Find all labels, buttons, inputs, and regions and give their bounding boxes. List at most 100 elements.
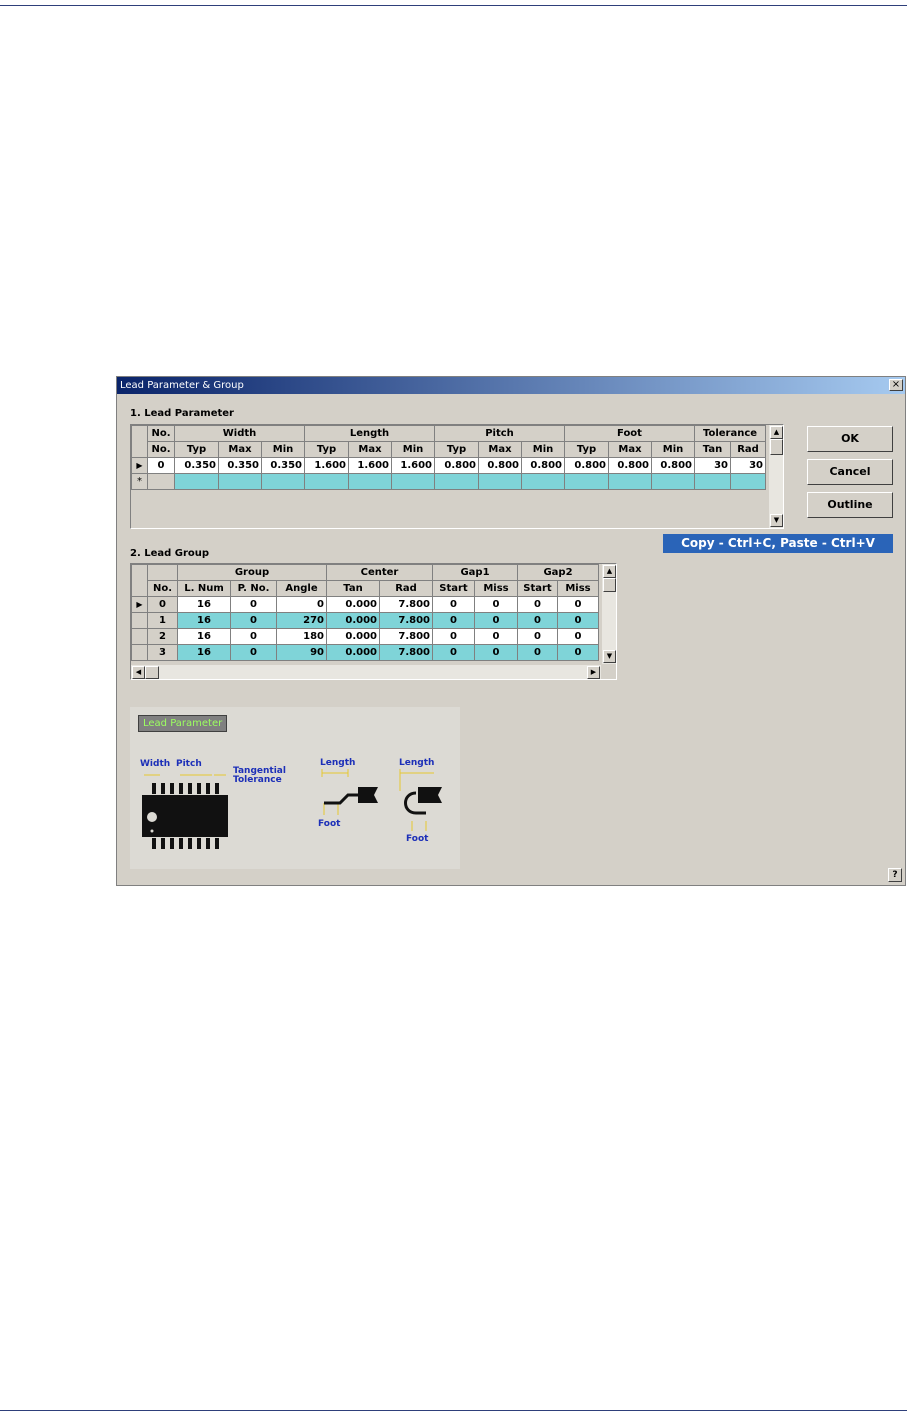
table-cell[interactable]: 1.600	[391, 457, 435, 474]
table-cell[interactable]: 0	[474, 596, 518, 613]
scroll-up-arrow-icon[interactable]: ▲	[603, 565, 616, 578]
dialog-titlebar[interactable]: Lead Parameter & Group ×	[117, 377, 905, 394]
table-cell[interactable]	[521, 473, 565, 490]
table-cell[interactable]: 0	[557, 644, 599, 661]
column-header[interactable]: Typ	[304, 441, 349, 458]
table-cell[interactable]: 0	[517, 596, 558, 613]
table-cell[interactable]: 0	[474, 612, 518, 629]
outline-button[interactable]: Outline	[807, 492, 893, 518]
table-row[interactable]: 3 16 0 90 0.000 7.800 0 0 0 0	[131, 644, 599, 661]
column-group-header[interactable]: Length	[304, 425, 435, 442]
table-cell[interactable]: 0	[230, 596, 277, 613]
table-cell[interactable]: 0.000	[326, 628, 380, 645]
column-header[interactable]: Angle	[276, 580, 327, 597]
column-header[interactable]: Max	[478, 441, 522, 458]
column-group-header[interactable]: No.	[147, 425, 175, 442]
table-cell[interactable]: 0	[517, 644, 558, 661]
table-cell[interactable]: 180	[276, 628, 327, 645]
column-header[interactable]: Tan	[326, 580, 380, 597]
table-cell[interactable]	[730, 473, 766, 490]
current-row-indicator-icon[interactable]: ▶	[131, 457, 148, 474]
table-cell[interactable]: 0	[432, 644, 475, 661]
help-button[interactable]: ?	[888, 868, 902, 882]
scroll-thumb[interactable]	[770, 439, 783, 455]
table-cell[interactable]: 0.800	[564, 457, 609, 474]
column-group-header[interactable]: Width	[174, 425, 305, 442]
table-cell[interactable]	[218, 473, 262, 490]
table-row[interactable]: 2 16 0 180 0.000 7.800 0 0 0 0	[131, 628, 599, 645]
table-cell[interactable]	[564, 473, 609, 490]
table-cell[interactable]	[174, 473, 219, 490]
new-row-marker-icon[interactable]: *	[131, 473, 148, 490]
scroll-down-arrow-icon[interactable]: ▼	[603, 650, 616, 663]
table-cell[interactable]: 0	[474, 644, 518, 661]
column-header[interactable]: L. Num	[177, 580, 231, 597]
lead-group-grid[interactable]: Group Center Gap1 Gap2 No. L. Num P. No. Angle T…	[130, 563, 617, 680]
column-header[interactable]: Start	[517, 580, 558, 597]
table-cell[interactable]	[651, 473, 695, 490]
column-header[interactable]: Max	[218, 441, 262, 458]
table-cell[interactable]	[391, 473, 435, 490]
table-cell[interactable]: 270	[276, 612, 327, 629]
lead-group-vscroll[interactable]: ▲ ▼	[601, 564, 616, 664]
table-cell[interactable]: 0.000	[326, 644, 380, 661]
column-header[interactable]: P. No.	[230, 580, 277, 597]
table-cell[interactable]: 0	[432, 596, 475, 613]
table-cell[interactable]: 0	[557, 628, 599, 645]
current-row-indicator-icon[interactable]: ▶	[131, 596, 148, 613]
column-header[interactable]: Min	[521, 441, 565, 458]
table-cell[interactable]: 0	[230, 644, 277, 661]
table-cell[interactable]: 0.800	[608, 457, 652, 474]
table-cell[interactable]: 16	[177, 644, 231, 661]
new-row-number-cell[interactable]	[147, 473, 175, 490]
table-cell[interactable]: 3	[147, 644, 178, 661]
column-header[interactable]: Max	[608, 441, 652, 458]
row-selector[interactable]	[131, 612, 148, 629]
lead-group-hscroll[interactable]: ◀ ▶	[131, 664, 601, 679]
table-cell[interactable]: 90	[276, 644, 327, 661]
column-group-header[interactable]: Center	[326, 564, 433, 581]
column-group-header[interactable]: Pitch	[434, 425, 565, 442]
lead-parameter-vscroll[interactable]: ▲ ▼	[768, 425, 783, 528]
table-cell[interactable]: 1.600	[348, 457, 392, 474]
table-cell[interactable]: 0	[517, 628, 558, 645]
table-cell[interactable]: 16	[177, 612, 231, 629]
table-cell[interactable]: 0.350	[174, 457, 219, 474]
scroll-right-arrow-icon[interactable]: ▶	[587, 666, 600, 679]
column-header[interactable]: Miss	[474, 580, 518, 597]
table-cell[interactable]: 0.350	[218, 457, 262, 474]
scroll-down-arrow-icon[interactable]: ▼	[770, 514, 783, 527]
table-cell[interactable]: 30	[694, 457, 731, 474]
table-cell[interactable]: 1	[147, 612, 178, 629]
table-cell[interactable]: 0	[517, 612, 558, 629]
table-cell[interactable]: 0.800	[521, 457, 565, 474]
scroll-up-arrow-icon[interactable]: ▲	[770, 426, 783, 439]
column-header[interactable]: Min	[391, 441, 435, 458]
scroll-thumb[interactable]	[145, 666, 159, 679]
table-cell[interactable]: 7.800	[379, 644, 433, 661]
table-cell[interactable]: 1.600	[304, 457, 349, 474]
table-cell[interactable]	[478, 473, 522, 490]
column-group-header[interactable]: Gap2	[517, 564, 599, 581]
table-cell[interactable]: 0.000	[326, 596, 380, 613]
table-cell[interactable]: 0	[147, 596, 178, 613]
table-cell[interactable]: 0	[230, 612, 277, 629]
column-header[interactable]: Min	[651, 441, 695, 458]
table-cell[interactable]: 0.000	[326, 612, 380, 629]
column-group-header[interactable]: Gap1	[432, 564, 518, 581]
table-cell[interactable]: 0.350	[261, 457, 305, 474]
table-cell[interactable]: 16	[177, 596, 231, 613]
table-cell[interactable]	[348, 473, 392, 490]
table-cell[interactable]: 2	[147, 628, 178, 645]
column-header[interactable]: Typ	[564, 441, 609, 458]
cancel-button[interactable]: Cancel	[807, 459, 893, 485]
table-cell[interactable]: 0	[432, 628, 475, 645]
table-cell[interactable]: 0	[557, 596, 599, 613]
table-cell[interactable]	[608, 473, 652, 490]
table-cell[interactable]: 0	[230, 628, 277, 645]
table-cell[interactable]: 0.800	[478, 457, 522, 474]
column-header[interactable]: Miss	[557, 580, 599, 597]
close-button[interactable]: ×	[889, 379, 903, 391]
column-header[interactable]: Max	[348, 441, 392, 458]
column-header[interactable]: No.	[147, 580, 178, 597]
